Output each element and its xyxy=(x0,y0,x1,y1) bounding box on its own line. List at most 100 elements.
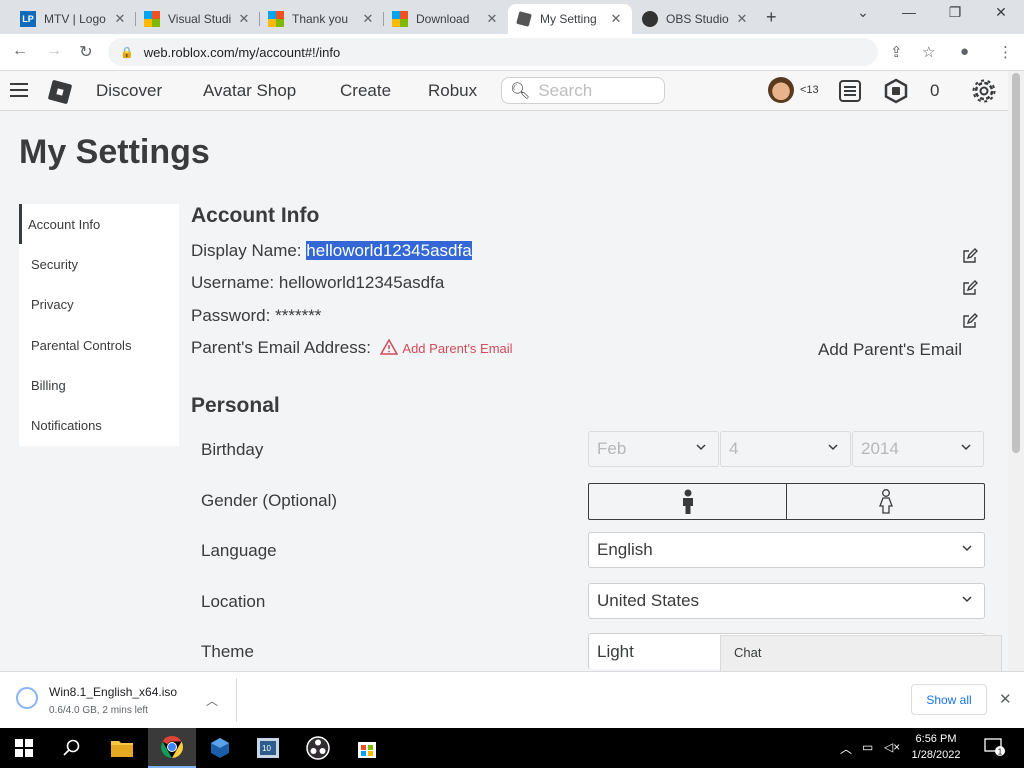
menu-dots-icon[interactable]: ⋮ xyxy=(998,43,1013,61)
page-scrollbar[interactable] xyxy=(1008,71,1024,671)
browser-tab[interactable]: Thank you ✕ xyxy=(260,4,384,34)
add-parent-email-button[interactable]: Add Parent's Email xyxy=(818,340,962,360)
download-file-name[interactable]: Win8.1_English_x64.iso xyxy=(49,685,177,699)
tab-title: OBS Studio xyxy=(666,12,729,26)
search-input[interactable] xyxy=(538,80,659,101)
windows-start-icon[interactable] xyxy=(0,728,48,768)
language-value: English xyxy=(597,540,653,559)
close-window-icon[interactable]: ✕ xyxy=(978,4,1024,21)
tab-title: Thank you xyxy=(292,12,349,26)
parent-email-label: Parent's Email Address: xyxy=(191,338,371,357)
add-parent-email-link[interactable]: Add Parent's Email xyxy=(402,341,512,356)
close-icon[interactable]: ✕ xyxy=(608,11,624,27)
robux-icon[interactable] xyxy=(883,78,909,104)
search-box[interactable]: 🔍︎ xyxy=(501,77,665,104)
roblox-logo-icon[interactable] xyxy=(47,79,73,105)
catalog-list-icon[interactable] xyxy=(837,78,863,104)
language-label: Language xyxy=(201,541,277,560)
download-progress-icon xyxy=(16,687,38,709)
avatar[interactable] xyxy=(768,77,794,103)
notifications-icon[interactable]: 1 xyxy=(984,737,1006,760)
chat-button[interactable]: Chat xyxy=(720,635,1002,671)
close-downloads-icon[interactable]: ✕ xyxy=(999,690,1012,708)
username-value: helloworld12345asdfa xyxy=(278,273,445,292)
side-menu-account-info[interactable]: Account Info xyxy=(19,204,179,245)
minimize-icon[interactable]: — xyxy=(886,4,932,20)
microsoft-store-icon[interactable] xyxy=(343,728,391,768)
browser-toolbar: ← → ↻ 🔒 web.roblox.com/my/account#!/info… xyxy=(0,34,1024,71)
gender-female-button[interactable] xyxy=(786,484,984,519)
volume-muted-icon[interactable]: ◁× xyxy=(884,740,900,754)
close-icon[interactable]: ✕ xyxy=(484,11,500,27)
close-icon[interactable]: ✕ xyxy=(236,11,252,27)
browser-tab[interactable]: OBS Studio ✕ xyxy=(634,4,758,34)
birthday-month-value: Feb xyxy=(597,439,627,458)
nav-create[interactable]: Create xyxy=(340,81,391,101)
close-icon[interactable]: ✕ xyxy=(360,11,376,27)
edit-display-name-icon[interactable] xyxy=(962,248,978,264)
chevron-down-icon xyxy=(828,444,838,451)
obs-icon[interactable] xyxy=(294,728,342,768)
reload-icon[interactable]: ↻ xyxy=(76,42,96,62)
roblox-icon xyxy=(516,11,532,27)
microsoft-icon xyxy=(268,11,284,27)
personal-heading: Personal xyxy=(191,394,280,417)
file-explorer-icon[interactable] xyxy=(98,728,146,768)
settings-gear-icon[interactable] xyxy=(971,78,997,104)
nav-discover[interactable]: Discover xyxy=(96,81,162,101)
forward-icon[interactable]: → xyxy=(44,42,64,60)
tab-title: MTV | Logo xyxy=(44,12,106,26)
windows-taskbar: 10 ︿ ▭ ◁× 6:56 PM 1/28/2022 1 xyxy=(0,728,1024,768)
chrome-icon[interactable] xyxy=(148,728,196,768)
location-select[interactable]: United States xyxy=(588,583,985,619)
show-hidden-icons-icon[interactable]: ︿ xyxy=(840,740,852,757)
tab-search-icon[interactable]: ⌄ xyxy=(840,4,886,21)
browser-tab-active[interactable]: My Setting ✕ xyxy=(508,4,632,34)
side-menu-parental-controls[interactable]: Parental Controls xyxy=(19,325,179,365)
edit-username-icon[interactable] xyxy=(962,280,978,296)
display-name-value[interactable]: helloworld12345asdfa xyxy=(306,241,472,260)
maximize-icon[interactable]: ❐ xyxy=(932,4,978,21)
birthday-month-select[interactable]: Feb xyxy=(588,431,719,467)
chevron-down-icon xyxy=(962,596,972,603)
address-bar[interactable]: 🔒 web.roblox.com/my/account#!/info xyxy=(108,38,878,66)
nav-robux[interactable]: Robux xyxy=(428,81,477,101)
new-tab-icon[interactable]: + xyxy=(766,7,777,28)
back-icon[interactable]: ← xyxy=(10,42,30,60)
search-icon[interactable] xyxy=(48,728,96,768)
birthday-year-select[interactable]: 2014 xyxy=(852,431,984,467)
share-icon[interactable]: ⇪ xyxy=(890,43,903,61)
browser-tab[interactable]: LP MTV | Logo ✕ xyxy=(12,4,136,34)
lp-icon: LP xyxy=(20,11,36,27)
side-menu-billing[interactable]: Billing xyxy=(19,365,179,405)
birthday-label: Birthday xyxy=(201,440,264,459)
location-label: Location xyxy=(201,592,266,611)
network-icon[interactable]: ▭ xyxy=(862,740,873,754)
page-title: My Settings xyxy=(19,133,210,171)
close-icon[interactable]: ✕ xyxy=(112,11,128,27)
chevron-up-icon[interactable]: ︿ xyxy=(206,692,218,709)
side-menu-privacy[interactable]: Privacy xyxy=(19,285,179,325)
birthday-day-select[interactable]: 4 xyxy=(720,431,851,467)
parent-email-row: Parent's Email Address: Add Parent's Ema… xyxy=(191,338,513,358)
browser-tab[interactable]: Visual Studi ✕ xyxy=(136,4,260,34)
virtualbox-icon[interactable] xyxy=(196,728,244,768)
notification-count: 1 xyxy=(998,748,1003,757)
hamburger-menu-icon[interactable] xyxy=(10,83,28,97)
show-all-button[interactable]: Show all xyxy=(911,684,987,715)
close-icon[interactable]: ✕ xyxy=(734,11,750,27)
browser-tab[interactable]: Download ✕ xyxy=(384,4,508,34)
browser-tab-strip: LP MTV | Logo ✕ Visual Studi ✕ Thank you… xyxy=(0,0,1024,34)
language-select[interactable]: English xyxy=(588,532,985,568)
system-clock[interactable]: 6:56 PM 1/28/2022 xyxy=(904,731,968,763)
robux-balance[interactable]: 0 xyxy=(930,81,939,101)
profile-icon[interactable]: ● xyxy=(960,43,969,60)
disk-utility-icon[interactable]: 10 xyxy=(245,728,293,768)
side-menu-security[interactable]: Security xyxy=(19,244,179,284)
edit-password-icon[interactable] xyxy=(962,313,978,329)
bookmark-star-icon[interactable]: ☆ xyxy=(922,43,935,61)
nav-avatar-shop[interactable]: Avatar Shop xyxy=(203,81,296,101)
scrollbar-thumb[interactable] xyxy=(1012,73,1020,453)
side-menu-notifications[interactable]: Notifications xyxy=(19,405,179,445)
gender-male-button[interactable] xyxy=(589,484,786,519)
